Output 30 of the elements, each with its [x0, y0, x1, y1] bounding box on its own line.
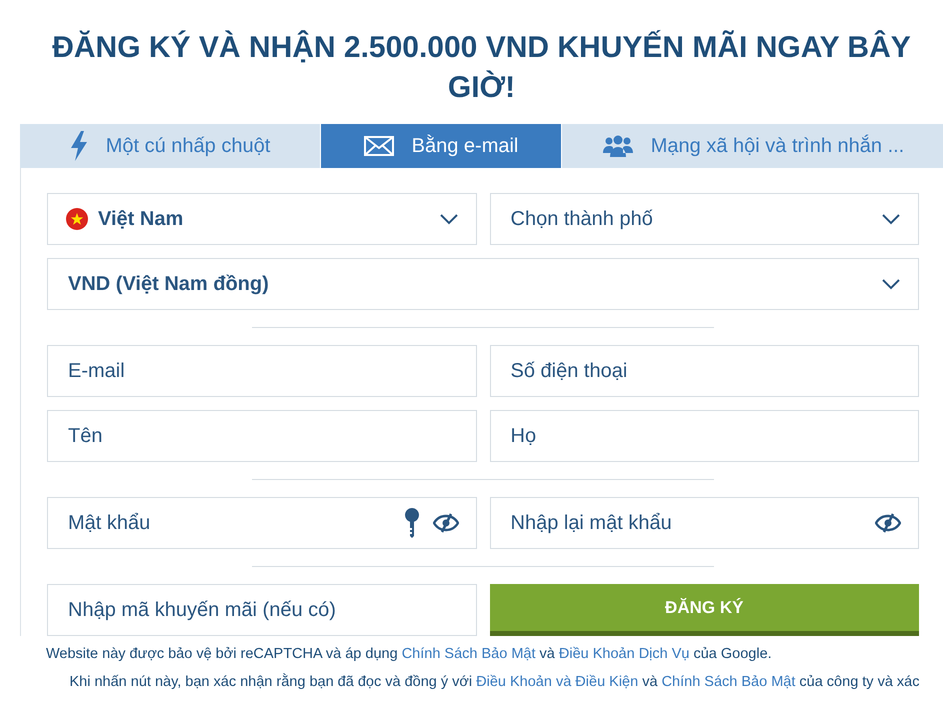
- input-field[interactable]: Nhập mã khuyến mãi (nếu có): [47, 584, 476, 636]
- people-icon: [602, 135, 633, 157]
- chevron-down-icon: [882, 214, 900, 224]
- input-field[interactable]: E-mail: [47, 345, 476, 397]
- input-field[interactable]: Số điện thoại: [490, 345, 919, 397]
- select-field[interactable]: Chọn thành phố: [490, 193, 919, 245]
- input-field[interactable]: Họ: [490, 410, 919, 462]
- eye-slash-icon[interactable]: [875, 513, 901, 533]
- password-field[interactable]: Mật khẩu: [47, 497, 476, 549]
- lightning-icon: [70, 131, 88, 161]
- input-field[interactable]: Tên: [47, 410, 476, 462]
- policy-link[interactable]: Chính Sách Bảo Mật: [662, 674, 796, 690]
- key-icon[interactable]: [404, 508, 418, 538]
- notice-text: Website này được bảo vệ bởi reCAPTCHA và áp dụng Chính Sách Bảo Mật và Điều Khoản Dịch Vụ của Google.: [46, 646, 773, 662]
- chevron-down-icon: [882, 278, 900, 290]
- policy-link[interactable]: Điều Khoản Dịch Vụ: [558, 646, 690, 662]
- policy-link[interactable]: Chính Sách Bảo Mật: [402, 646, 536, 662]
- select-field[interactable]: Việt Nam: [47, 193, 476, 245]
- policy-link[interactable]: Điều Khoản và Điều Kiện: [476, 674, 638, 690]
- tab[interactable]: Một cú nhấp chuột: [20, 124, 320, 168]
- register-button[interactable]: ĐĂNG KÝ: [490, 584, 919, 636]
- tab[interactable]: Bằng e-mail: [321, 124, 561, 168]
- password-field[interactable]: Nhập lại mật khẩu: [490, 497, 919, 549]
- select-field[interactable]: VND (Việt Nam đồng): [47, 258, 919, 310]
- eye-slash-icon[interactable]: [432, 513, 458, 533]
- envelope-icon: [364, 136, 394, 156]
- notice-text: Khi nhấn nút này, bạn xác nhận rằng bạn đã đọc và đồng ý với Điều Khoản và Điều Kiện và Chính Sách Bảo Mật của công ty và xác: [68, 674, 920, 690]
- page-title: ĐĂNG KÝ VÀ NHẬN 2.500.000 VND KHUYẾN MÃI NGAY BÂY GIỜ!: [51, 29, 912, 106]
- tab[interactable]: Mạng xã hội và trình nhắn ...: [562, 124, 943, 168]
- chevron-down-icon: [440, 214, 458, 224]
